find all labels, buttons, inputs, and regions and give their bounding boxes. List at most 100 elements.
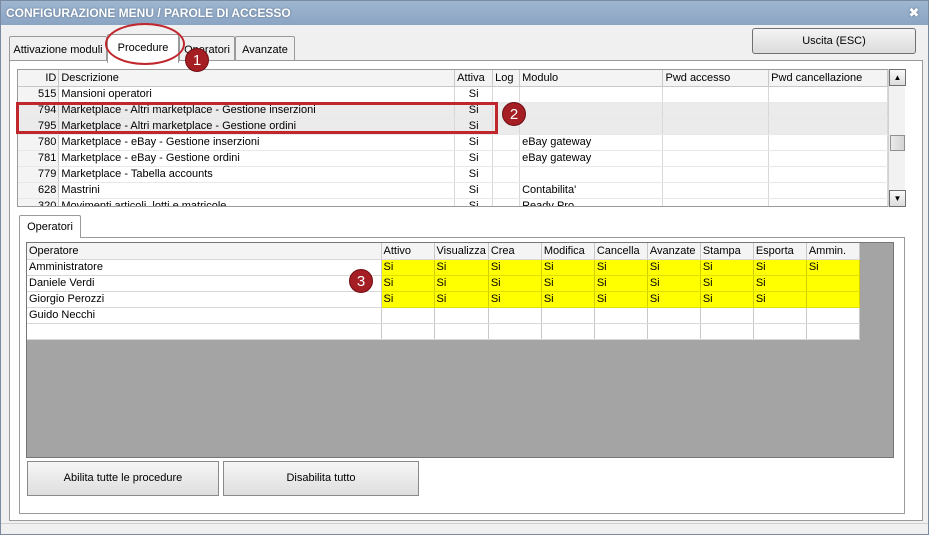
cell-modulo[interactable]: eBay gateway bbox=[519, 134, 664, 151]
cell-pwd-accesso[interactable] bbox=[662, 166, 770, 183]
cell-pwd-cancellazione[interactable] bbox=[768, 198, 888, 206]
permission-cell[interactable]: Si bbox=[594, 275, 648, 292]
col-header-esporta[interactable]: Esporta bbox=[753, 243, 807, 260]
table-row[interactable]: Amministratore Si Si Si Si Si Si Si Si Si bbox=[27, 259, 860, 276]
col-header-crea[interactable]: Crea bbox=[488, 243, 542, 260]
operator-name[interactable]: Guido Necchi bbox=[27, 307, 382, 324]
cell-modulo[interactable] bbox=[519, 86, 664, 103]
permission-cell[interactable] bbox=[753, 307, 807, 324]
cell-attiva[interactable]: Si bbox=[454, 134, 494, 151]
cell-descrizione[interactable]: Marketplace - Tabella accounts bbox=[58, 166, 456, 183]
cell-modulo[interactable] bbox=[519, 102, 664, 119]
permission-cell[interactable]: Si bbox=[700, 259, 754, 276]
cell-pwd-accesso[interactable] bbox=[662, 150, 770, 167]
cell-id[interactable]: 781 bbox=[18, 150, 60, 167]
tab-avanzate[interactable]: Avanzate bbox=[235, 36, 295, 63]
col-header-operatore[interactable]: Operatore bbox=[27, 243, 382, 260]
permission-cell[interactable]: Si bbox=[434, 259, 489, 276]
exit-button[interactable]: Uscita (ESC) bbox=[752, 28, 916, 54]
permission-cell[interactable]: Si bbox=[806, 259, 860, 276]
cell-log[interactable] bbox=[492, 86, 521, 103]
cell-pwd-accesso[interactable] bbox=[662, 102, 770, 119]
permission-cell[interactable]: Si bbox=[434, 275, 489, 292]
operator-name[interactable]: Amministratore bbox=[27, 259, 382, 276]
cell-pwd-cancellazione[interactable] bbox=[768, 102, 888, 119]
cell-pwd-cancellazione[interactable] bbox=[768, 166, 888, 183]
procedures-grid[interactable]: ID Descrizione Attiva Log Modulo Pwd acc… bbox=[17, 69, 889, 207]
scroll-up-icon[interactable]: ▲ bbox=[889, 69, 906, 86]
cell-pwd-cancellazione[interactable] bbox=[768, 150, 888, 167]
permission-cell[interactable] bbox=[594, 323, 648, 340]
cell-modulo[interactable] bbox=[519, 166, 664, 183]
col-header-id[interactable]: ID bbox=[18, 70, 60, 87]
permission-cell[interactable]: Si bbox=[541, 259, 595, 276]
permission-cell[interactable]: Si bbox=[647, 259, 701, 276]
cell-pwd-accesso[interactable] bbox=[662, 118, 770, 135]
permission-cell[interactable] bbox=[381, 323, 435, 340]
permission-cell[interactable]: Si bbox=[594, 259, 648, 276]
cell-modulo[interactable]: Ready Pro bbox=[519, 198, 664, 206]
permission-cell[interactable]: Si bbox=[753, 259, 807, 276]
permission-cell[interactable]: Si bbox=[488, 259, 542, 276]
permission-cell[interactable]: Si bbox=[700, 275, 754, 292]
col-header-modulo[interactable]: Modulo bbox=[519, 70, 664, 87]
cell-id[interactable]: 779 bbox=[18, 166, 60, 183]
col-header-visualizza[interactable]: Visualizza bbox=[434, 243, 489, 260]
permission-cell[interactable] bbox=[541, 307, 595, 324]
enable-all-procedures-button[interactable]: Abilita tutte le procedure bbox=[27, 461, 219, 496]
permission-cell[interactable]: Si bbox=[381, 291, 435, 308]
cell-id[interactable]: 515 bbox=[18, 86, 60, 103]
permission-cell[interactable] bbox=[434, 307, 489, 324]
col-header-descrizione[interactable]: Descrizione bbox=[58, 70, 456, 87]
tab-attivazione-moduli[interactable]: Attivazione moduli bbox=[9, 36, 107, 63]
permission-cell[interactable]: Si bbox=[541, 291, 595, 308]
permission-cell[interactable] bbox=[806, 323, 860, 340]
cell-modulo[interactable] bbox=[519, 118, 664, 135]
permission-cell[interactable] bbox=[381, 307, 435, 324]
permission-cell[interactable] bbox=[488, 307, 542, 324]
cell-descrizione[interactable]: Mastrini bbox=[58, 182, 456, 199]
col-header-log[interactable]: Log bbox=[492, 70, 521, 87]
table-row[interactable]: Giorgio Perozzi Si Si Si Si Si Si Si Si bbox=[27, 291, 860, 308]
cell-attiva[interactable]: Si bbox=[454, 86, 494, 103]
permission-cell[interactable]: Si bbox=[647, 275, 701, 292]
col-header-attivo[interactable]: Attivo bbox=[381, 243, 435, 260]
permission-cell[interactable] bbox=[434, 323, 489, 340]
permission-cell[interactable] bbox=[700, 307, 754, 324]
cell-pwd-accesso[interactable] bbox=[662, 134, 770, 151]
permission-cell[interactable]: Si bbox=[753, 291, 807, 308]
permission-cell[interactable]: Si bbox=[488, 291, 542, 308]
cell-log[interactable] bbox=[492, 182, 521, 199]
permission-cell[interactable]: Si bbox=[488, 275, 542, 292]
cell-pwd-accesso[interactable] bbox=[662, 182, 770, 199]
operator-name[interactable]: Giorgio Perozzi bbox=[27, 291, 382, 308]
cell-id[interactable]: 780 bbox=[18, 134, 60, 151]
table-row[interactable]: 781 Marketplace - eBay - Gestione ordini S… bbox=[18, 150, 888, 167]
col-header-ammin[interactable]: Ammin. bbox=[806, 243, 860, 260]
table-row[interactable]: 515 Mansioni operatori Si bbox=[18, 86, 888, 103]
table-row[interactable] bbox=[27, 323, 860, 340]
col-header-pwd-accesso[interactable]: Pwd accesso bbox=[662, 70, 770, 87]
cell-log[interactable] bbox=[492, 134, 521, 151]
cell-pwd-cancellazione[interactable] bbox=[768, 118, 888, 135]
cell-attiva[interactable]: Si bbox=[454, 166, 494, 183]
permission-cell[interactable]: Si bbox=[381, 259, 435, 276]
procedures-scrollbar[interactable]: ▲ ▼ bbox=[888, 69, 906, 207]
cell-log[interactable] bbox=[492, 166, 521, 183]
cell-attiva[interactable]: Si bbox=[454, 182, 494, 199]
col-header-cancella[interactable]: Cancella bbox=[594, 243, 648, 260]
operators-grid[interactable]: Operatore Attivo Visualizza Crea Modifica Can… bbox=[27, 243, 860, 340]
cell-log[interactable] bbox=[492, 198, 521, 206]
cell-descrizione[interactable]: Marketplace - eBay - Gestione ordini bbox=[58, 150, 456, 167]
cell-descrizione[interactable]: Movimenti articoli, lotti e matricole bbox=[58, 198, 456, 206]
permission-cell[interactable]: Si bbox=[594, 291, 648, 308]
disable-all-button[interactable]: Disabilita tutto bbox=[223, 461, 419, 496]
permission-cell[interactable]: Si bbox=[381, 275, 435, 292]
permission-cell[interactable]: Si bbox=[700, 291, 754, 308]
scroll-thumb[interactable] bbox=[890, 135, 905, 151]
permission-cell[interactable]: Si bbox=[541, 275, 595, 292]
cell-pwd-cancellazione[interactable] bbox=[768, 134, 888, 151]
cell-log[interactable] bbox=[492, 150, 521, 167]
tab-operatori-lower[interactable]: Operatori bbox=[19, 215, 81, 238]
cell-attiva[interactable]: Si bbox=[454, 198, 494, 206]
